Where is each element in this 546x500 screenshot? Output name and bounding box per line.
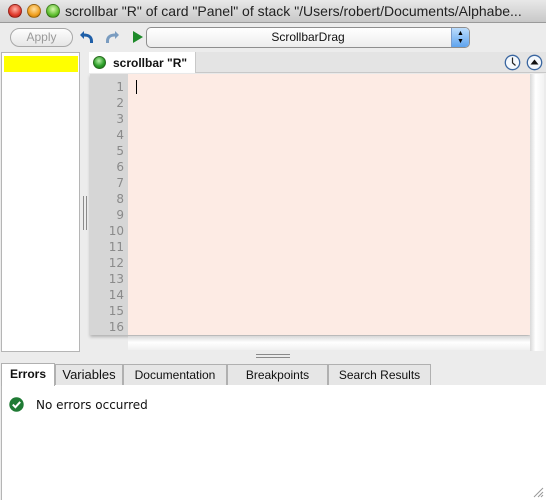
error-message: No errors occurred: [36, 397, 148, 412]
line-number-gutter: 1 2 3 4 5 6 7 8 9 10 11 12 13 14 15 16: [90, 74, 128, 335]
line-number: 4: [116, 128, 124, 142]
handler-list[interactable]: [1, 52, 80, 352]
text-caret: [136, 80, 137, 94]
check-circle-icon: [9, 397, 24, 412]
script-tab[interactable]: scrollbar "R": [89, 52, 196, 73]
collapse-panel-icon[interactable]: [526, 54, 543, 71]
redo-icon[interactable]: [104, 29, 120, 45]
zoom-window-button[interactable]: [46, 4, 60, 18]
select-arrows-icon[interactable]: ▲ ▼: [451, 28, 469, 47]
line-number: 10: [108, 224, 124, 238]
window-controls: [8, 4, 60, 18]
line-number: 13: [108, 272, 124, 286]
line-number: 11: [108, 240, 124, 254]
title-bar: scrollbar "R" of card "Panel" of stack "…: [0, 0, 546, 23]
line-number: 3: [116, 112, 124, 126]
line-number: 7: [116, 176, 124, 190]
resize-grip-icon[interactable]: [531, 485, 544, 498]
undo-icon[interactable]: [79, 29, 95, 45]
tab-documentation[interactable]: Documentation: [123, 364, 227, 385]
tab-variables[interactable]: Variables: [55, 364, 123, 385]
errors-pane: No errors occurred: [1, 385, 546, 500]
line-number: 5: [116, 144, 124, 158]
line-number: 12: [108, 256, 124, 270]
line-number: 9: [116, 208, 124, 222]
clock-icon[interactable]: [504, 54, 521, 71]
vertical-scrollbar[interactable]: [530, 74, 544, 351]
window-title: scrollbar "R" of card "Panel" of stack "…: [65, 3, 522, 19]
error-message-row: No errors occurred: [9, 397, 148, 412]
line-number: 8: [116, 192, 124, 206]
bottom-pane-tabs: Errors Variables Documentation Breakpoin…: [0, 363, 546, 386]
horizontal-splitter-handle[interactable]: [256, 354, 290, 359]
handler-select-value: ScrollbarDrag: [271, 30, 345, 44]
minimize-window-button[interactable]: [27, 4, 41, 18]
script-tab-bar: scrollbar "R": [89, 52, 546, 73]
apply-button[interactable]: Apply: [10, 28, 73, 47]
line-number: 1: [116, 80, 124, 94]
handler-select[interactable]: ScrollbarDrag ▲ ▼: [146, 27, 470, 48]
line-number: 15: [108, 304, 124, 318]
line-number: 16: [108, 320, 124, 334]
script-tab-label: scrollbar "R": [113, 55, 188, 70]
script-status-icon: [93, 56, 106, 69]
close-window-button[interactable]: [8, 4, 22, 18]
line-number: 2: [116, 96, 124, 110]
toolbar: Apply ScrollbarDrag ▲ ▼: [0, 24, 546, 51]
run-icon[interactable]: [129, 29, 145, 45]
horizontal-scrollbar[interactable]: [128, 336, 530, 350]
tab-errors[interactable]: Errors: [1, 363, 55, 386]
tab-breakpoints[interactable]: Breakpoints: [227, 364, 328, 385]
line-number: 6: [116, 160, 124, 174]
handler-list-item-selected[interactable]: [4, 56, 78, 72]
script-editor[interactable]: 1 2 3 4 5 6 7 8 9 10 11 12 13 14 15 16: [90, 74, 530, 335]
tab-search-results[interactable]: Search Results: [328, 364, 431, 385]
line-number: 14: [108, 288, 124, 302]
vertical-splitter-handle[interactable]: [83, 196, 88, 230]
